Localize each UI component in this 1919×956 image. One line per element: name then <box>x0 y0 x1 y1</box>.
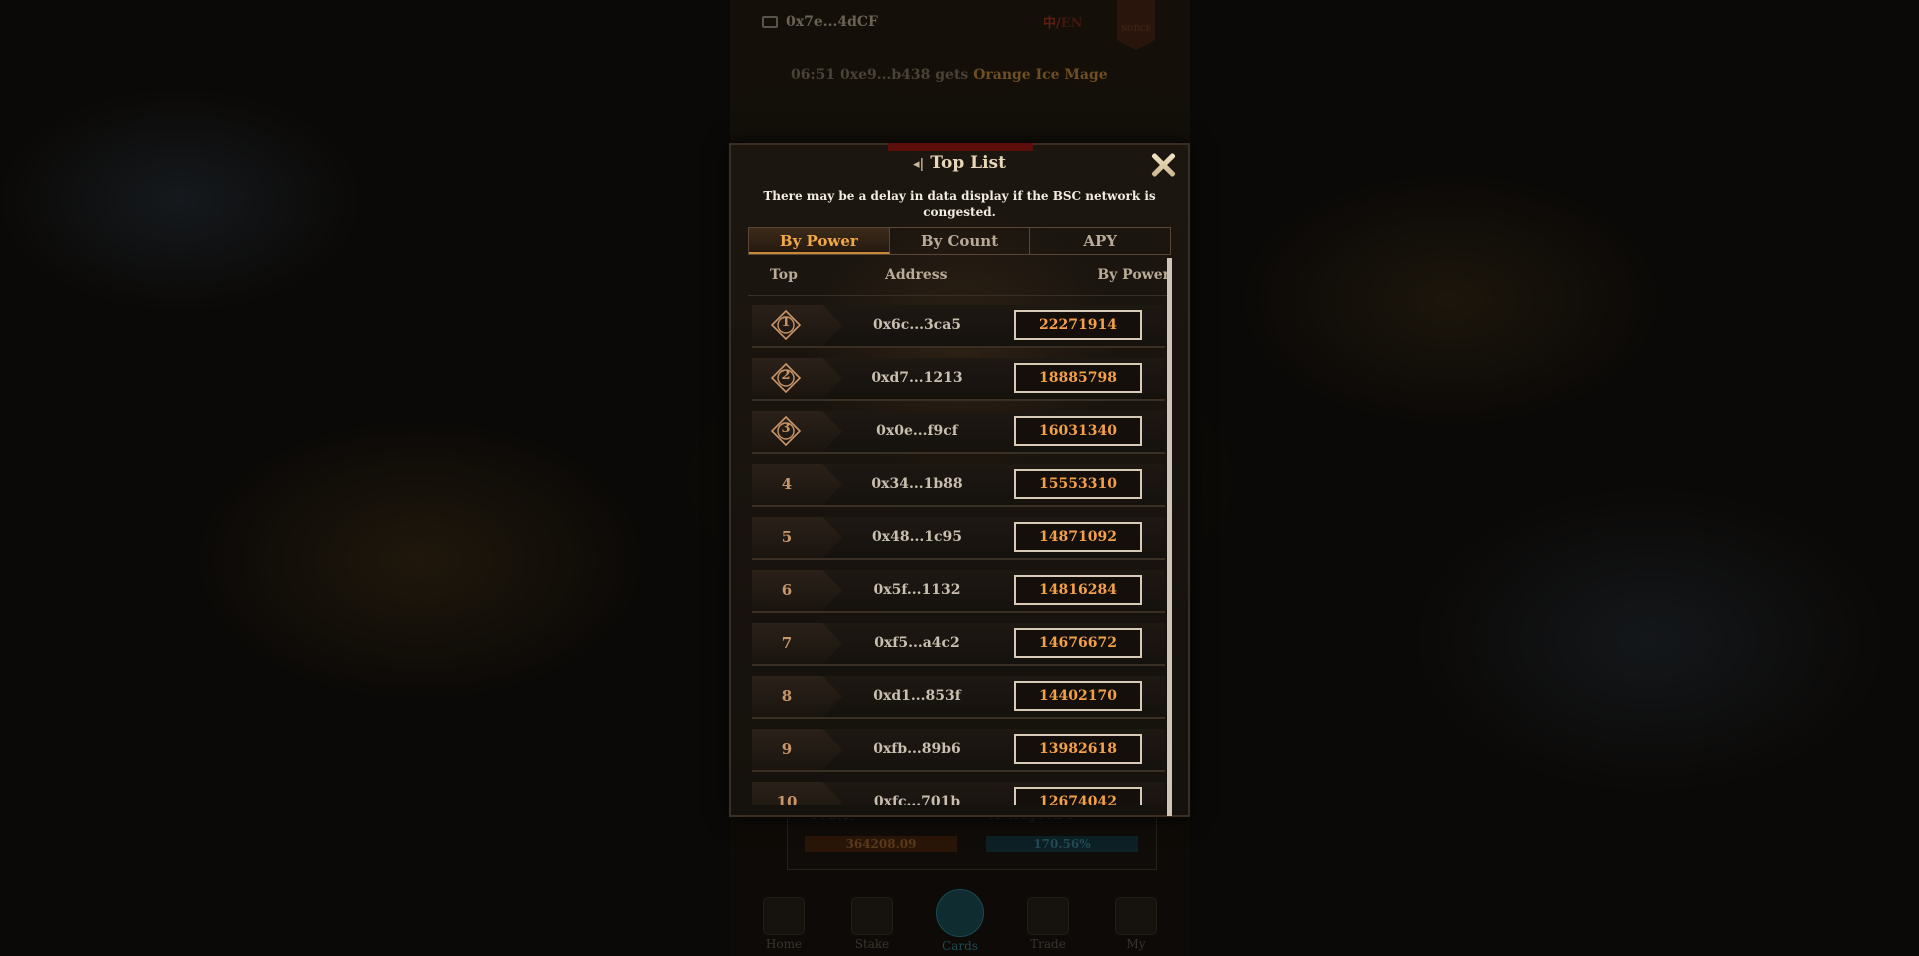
row-address: 0xfc...701b <box>873 794 961 805</box>
trade-icon <box>1027 897 1069 935</box>
network-delay-notice: There may be a delay in data display if … <box>763 189 1156 219</box>
title-ribbon <box>888 143 1033 151</box>
row-power-value: 13982618 <box>1014 734 1142 764</box>
row-address: 0x5f...1132 <box>873 582 961 598</box>
row-address: 0xf5...a4c2 <box>874 635 960 651</box>
rank-number: 4 <box>781 475 793 493</box>
rank-number: 5 <box>781 528 793 546</box>
apy-value: 170.56% <box>986 836 1138 852</box>
col-top: Top <box>770 267 798 283</box>
language-switch[interactable]: 中/EN <box>1043 12 1083 31</box>
table-row: 4 0x34...1b88 15553310 <box>752 464 1165 507</box>
stake-icon <box>851 897 893 935</box>
table-row: 5 0x48...1c95 14871092 <box>752 517 1165 560</box>
row-address: 0xd1...853f <box>873 688 961 704</box>
row-power-value: 15553310 <box>1014 469 1142 499</box>
header-divider <box>748 295 1168 296</box>
rank-number: 8 <box>781 687 793 705</box>
ticker-item: Orange Ice Mage <box>973 67 1108 83</box>
row-power-value: 14402170 <box>1014 681 1142 711</box>
nav-trade-label: Trade <box>1030 937 1066 951</box>
table-row: 9 0xfb...89b6 13982618 <box>752 729 1165 772</box>
row-address: 0x48...1c95 <box>872 529 962 545</box>
top-list-modal: ◂| Top List There may be a delay in data … <box>729 143 1190 817</box>
tab-by-count[interactable]: By Count <box>890 228 1031 254</box>
modal-title: ◂| Top List <box>731 153 1188 173</box>
row-power-value: 14871092 <box>1014 522 1142 552</box>
wallet-chip[interactable]: 0x7e...4dCF <box>762 14 878 30</box>
close-icon[interactable] <box>1147 149 1179 181</box>
nav-my-label: My <box>1126 937 1146 951</box>
rank-number: 1 <box>781 315 791 330</box>
row-power-value: 12674042 <box>1014 787 1142 805</box>
row-address: 0xfb...89b6 <box>873 741 961 757</box>
activity-ticker: 06:51 0xe9...b438 gets Orange Ice Mage <box>791 67 1108 83</box>
ticker-time: 06:51 <box>791 67 836 83</box>
row-address: 0x34...1b88 <box>871 476 963 492</box>
lang-en[interactable]: EN <box>1061 16 1083 31</box>
wallet-address: 0x7e...4dCF <box>786 14 878 30</box>
nav-stake[interactable]: Stake <box>837 895 907 956</box>
ticker-verb: gets <box>935 67 969 83</box>
col-value: By Power <box>1097 267 1170 283</box>
row-power-value: 18885798 <box>1014 363 1142 393</box>
table-row: 8 0xd1...853f 14402170 <box>752 676 1165 719</box>
table-row: 3 0x0e...f9cf 16031340 <box>752 411 1165 454</box>
nav-cards[interactable]: Cards <box>925 889 995 956</box>
row-power-value: 22271914 <box>1014 310 1142 340</box>
rank-number: 9 <box>781 740 793 758</box>
table-header: Top Address By Power <box>748 267 1170 287</box>
ranking-list[interactable]: 1 0x6c...3ca5 22271914 2 0xd7...1213 18885798… <box>752 305 1165 805</box>
modal-title-bar: ◂| Top List <box>731 143 1188 181</box>
bottom-navigation: Home Stake Cards Trade My <box>740 889 1180 956</box>
rank-number: 6 <box>781 581 793 599</box>
table-row: 6 0x5f...1132 14816284 <box>752 570 1165 613</box>
nav-home[interactable]: Home <box>749 895 819 956</box>
nav-trade[interactable]: Trade <box>1013 895 1083 956</box>
wallet-icon <box>762 16 778 28</box>
lang-zh[interactable]: 中 <box>1043 16 1056 31</box>
table-row: 2 0xd7...1213 18885798 <box>752 358 1165 401</box>
table-row: 10 0xfc...701b 12674042 <box>752 782 1165 805</box>
row-power-value: 14676672 <box>1014 628 1142 658</box>
rank-number: 10 <box>776 793 798 805</box>
my-icon <box>1115 897 1157 935</box>
notice-label: NOTICE <box>1121 25 1151 33</box>
nav-cards-label: Cards <box>942 939 978 953</box>
rank-number: 7 <box>781 634 793 652</box>
rank-number: 3 <box>781 421 791 436</box>
nav-my[interactable]: My <box>1101 895 1171 956</box>
nav-home-label: Home <box>765 937 803 951</box>
tab-apy[interactable]: APY <box>1030 228 1170 254</box>
notice-banner-button[interactable]: NOTICE <box>1117 0 1155 50</box>
modal-title-text: Top List <box>930 153 1006 173</box>
tvl-value: 364208.09 <box>805 836 957 852</box>
table-row: 7 0xf5...a4c2 14676672 <box>752 623 1165 666</box>
tab-by-power[interactable]: By Power <box>749 228 890 254</box>
nav-stake-label: Stake <box>854 937 890 951</box>
rank-number: 2 <box>781 368 791 383</box>
ranking-tabs: By Power By Count APY <box>748 227 1171 255</box>
row-power-value: 16031340 <box>1014 416 1142 446</box>
col-address: Address <box>885 267 948 283</box>
row-address: 0x6c...3ca5 <box>872 317 962 333</box>
cards-icon <box>936 889 984 937</box>
title-tick-icon: ◂| <box>913 157 925 172</box>
row-address: 0xd7...1213 <box>871 370 963 386</box>
list-scrollbar[interactable] <box>1167 258 1172 816</box>
table-row: 1 0x6c...3ca5 22271914 <box>752 305 1165 348</box>
ticker-address: 0xe9...b438 <box>840 67 931 83</box>
home-icon <box>763 897 805 935</box>
row-address: 0x0e...f9cf <box>876 423 958 439</box>
row-power-value: 14816284 <box>1014 575 1142 605</box>
